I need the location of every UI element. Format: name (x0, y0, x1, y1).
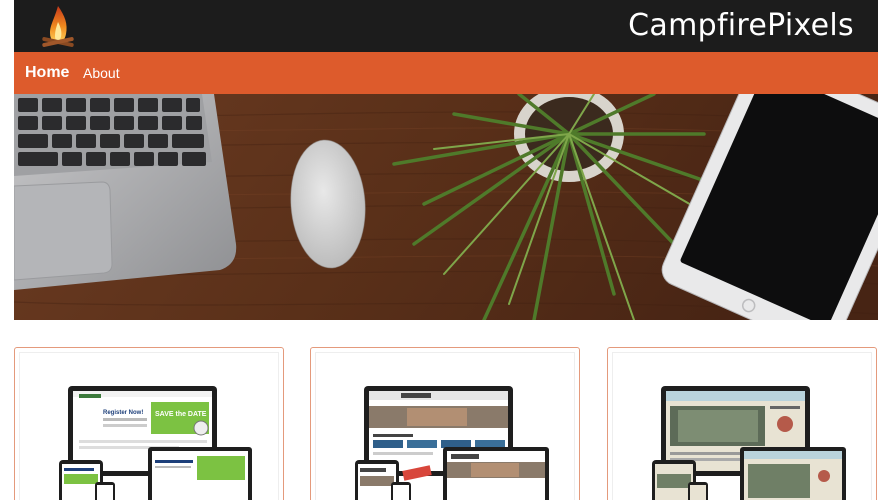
brand-title[interactable]: CampfirePixels (628, 8, 854, 44)
main-nav: Home About (14, 52, 878, 94)
nav-about-link[interactable]: About (83, 52, 120, 94)
responsive-devices-image (355, 386, 549, 500)
screen-headline: Register Now! (103, 410, 143, 416)
portfolio-card[interactable] (607, 347, 877, 500)
nav-home-link[interactable]: Home (25, 52, 69, 94)
campfire-logo-icon[interactable] (38, 2, 78, 50)
portfolio-card[interactable]: Register Now! SAVE the DATE (14, 347, 284, 500)
responsive-devices-image: Register Now! SAVE the DATE (59, 386, 252, 500)
site-header: CampfirePixels (14, 0, 878, 52)
responsive-devices-image (652, 386, 846, 500)
hero-image (14, 94, 878, 320)
portfolio-card[interactable] (310, 347, 580, 500)
page: CampfirePixels Home About Register Now! … (14, 0, 878, 500)
screen-badge: SAVE the DATE (155, 411, 207, 418)
